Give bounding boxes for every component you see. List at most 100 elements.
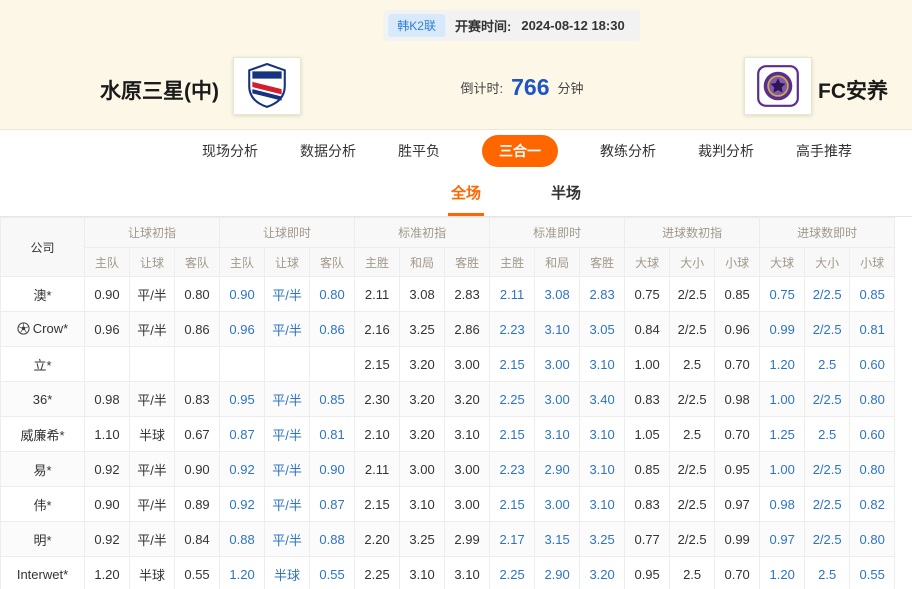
nav-tab-data-analysis[interactable]: 数据分析 — [300, 141, 356, 161]
odds-cell: 平/半 — [265, 277, 310, 312]
odds-row: 威廉希*1.10半球0.670.87平/半0.812.103.203.102.1… — [1, 417, 895, 452]
odds-cell — [130, 347, 175, 382]
odds-cell: 平/半 — [130, 452, 175, 487]
sub-header-handicap-initial-1: 让球 — [130, 248, 175, 277]
odds-cell: 2.5 — [805, 347, 850, 382]
odds-cell: 0.85 — [850, 277, 895, 312]
sub-header-1x2-initial-0: 主胜 — [355, 248, 400, 277]
nav-tab-expert-picks[interactable]: 高手推荐 — [796, 141, 852, 161]
odds-cell: 0.95 — [220, 382, 265, 417]
odds-cell: 3.25 — [400, 522, 445, 557]
odds-cell: 0.90 — [85, 487, 130, 522]
odds-cell: 0.96 — [85, 312, 130, 347]
group-header-1x2-initial: 标准初指 — [355, 218, 490, 248]
away-team-crest-icon — [756, 64, 800, 108]
odds-cell: 3.00 — [445, 452, 490, 487]
odds-cell: 0.55 — [850, 557, 895, 589]
nav-tab-live-analysis[interactable]: 现场分析 — [202, 141, 258, 161]
odds-cell — [265, 347, 310, 382]
odds-cell: 2.16 — [355, 312, 400, 347]
odds-cell: 3.10 — [535, 312, 580, 347]
group-header-goals-live: 进球数即时 — [760, 218, 895, 248]
odds-cell: 2/2.5 — [805, 487, 850, 522]
league-badge[interactable]: 韩K2联 — [388, 14, 445, 37]
countdown-label: 倒计时: — [460, 78, 503, 97]
nav-tab-win-draw-lose[interactable]: 胜平负 — [398, 141, 440, 161]
odds-cell: 0.90 — [310, 452, 355, 487]
odds-cell: 2.15 — [355, 487, 400, 522]
odds-cell: 2.90 — [535, 452, 580, 487]
odds-cell: 3.10 — [400, 487, 445, 522]
subtab-full-match[interactable]: 全场 — [448, 172, 484, 216]
odds-cell: 0.80 — [175, 277, 220, 312]
sub-header-goals-live-1: 大小 — [805, 248, 850, 277]
odds-cell: 0.86 — [175, 312, 220, 347]
odds-cell: 2.25 — [355, 557, 400, 589]
odds-cell: 0.96 — [715, 312, 760, 347]
company-cell[interactable]: Interwet* — [1, 557, 85, 589]
odds-cell: 0.85 — [625, 452, 670, 487]
sub-header-1x2-live-1: 和局 — [535, 248, 580, 277]
company-cell[interactable]: Crow* — [1, 312, 85, 347]
odds-cell: 2.25 — [490, 382, 535, 417]
odds-cell: 平/半 — [265, 452, 310, 487]
odds-cell: 3.00 — [445, 347, 490, 382]
odds-cell: 平/半 — [130, 522, 175, 557]
odds-cell: 1.20 — [85, 557, 130, 589]
odds-cell — [175, 347, 220, 382]
odds-row: 明*0.92平/半0.840.88平/半0.882.203.252.992.17… — [1, 522, 895, 557]
odds-cell: 0.81 — [850, 312, 895, 347]
odds-cell: 0.83 — [625, 382, 670, 417]
countdown-unit: 分钟 — [557, 78, 583, 97]
odds-cell: 2/2.5 — [670, 382, 715, 417]
odds-cell: 2/2.5 — [805, 277, 850, 312]
company-name: 明* — [33, 533, 51, 548]
sub-header-goals-initial-1: 大小 — [670, 248, 715, 277]
odds-cell: 0.87 — [220, 417, 265, 452]
odds-cell: 0.55 — [175, 557, 220, 589]
odds-cell: 0.96 — [220, 312, 265, 347]
sub-header-handicap-initial-2: 客队 — [175, 248, 220, 277]
odds-cell: 3.10 — [535, 417, 580, 452]
odds-cell: 0.80 — [310, 277, 355, 312]
odds-cell: 平/半 — [130, 382, 175, 417]
odds-cell: 0.67 — [175, 417, 220, 452]
company-cell[interactable]: 伟* — [1, 487, 85, 522]
odds-cell: 3.10 — [580, 487, 625, 522]
odds-cell: 1.00 — [625, 347, 670, 382]
company-cell[interactable]: 易* — [1, 452, 85, 487]
odds-cell: 0.92 — [85, 452, 130, 487]
sub-header-handicap-live-1: 让球 — [265, 248, 310, 277]
odds-row: Crow*0.96平/半0.860.96平/半0.862.163.252.862… — [1, 312, 895, 347]
nav-tab-referee-analysis[interactable]: 裁判分析 — [698, 141, 754, 161]
odds-cell: 0.88 — [220, 522, 265, 557]
company-cell[interactable]: 威廉希* — [1, 417, 85, 452]
subtab-half-match[interactable]: 半场 — [548, 172, 584, 216]
odds-cell: 平/半 — [130, 277, 175, 312]
home-team-crest-icon — [246, 63, 288, 109]
odds-cell: 平/半 — [265, 382, 310, 417]
odds-cell: 0.82 — [850, 487, 895, 522]
odds-cell: 0.98 — [715, 382, 760, 417]
odds-cell: 0.99 — [760, 312, 805, 347]
odds-cell: 0.92 — [220, 452, 265, 487]
nav-tab-three-in-one[interactable]: 三合一 — [482, 135, 558, 167]
odds-cell: 0.85 — [715, 277, 760, 312]
sub-header-goals-initial-0: 大球 — [625, 248, 670, 277]
odds-cell: 0.87 — [310, 487, 355, 522]
kickoff-label: 开赛时间: — [455, 16, 511, 35]
company-cell[interactable]: 36* — [1, 382, 85, 417]
odds-cell: 0.80 — [850, 522, 895, 557]
company-cell[interactable]: 澳* — [1, 277, 85, 312]
odds-cell: 2.83 — [445, 277, 490, 312]
odds-cell: 0.80 — [850, 452, 895, 487]
odds-cell: 0.83 — [625, 487, 670, 522]
odds-cell: 3.20 — [400, 347, 445, 382]
odds-cell: 2.10 — [355, 417, 400, 452]
sub-header-handicap-live-0: 主队 — [220, 248, 265, 277]
kickoff-time: 2024-08-12 18:30 — [521, 18, 624, 33]
company-cell[interactable]: 明* — [1, 522, 85, 557]
odds-cell: 2.25 — [490, 557, 535, 589]
company-cell[interactable]: 立* — [1, 347, 85, 382]
nav-tab-coach-analysis[interactable]: 教练分析 — [600, 141, 656, 161]
